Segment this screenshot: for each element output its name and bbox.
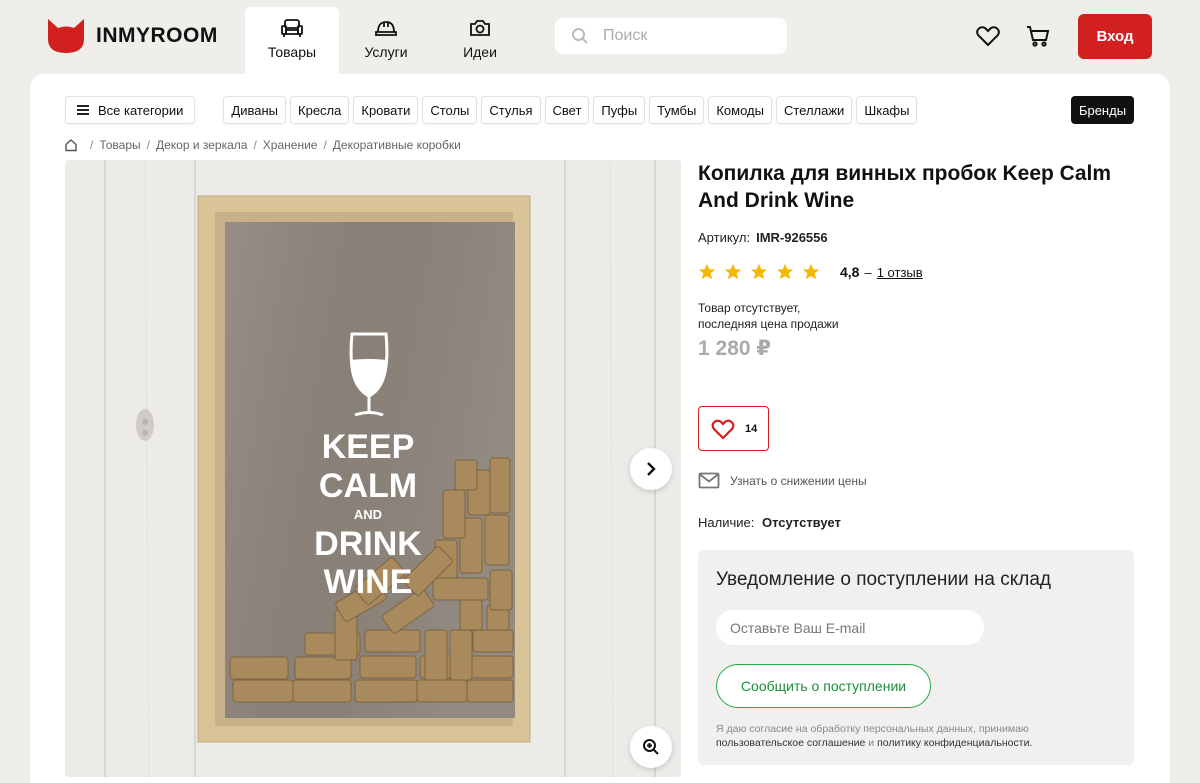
product-title: Копилка для винных пробок Keep Calm And … — [698, 162, 1112, 212]
notify-button[interactable]: Сообщить о поступлении — [716, 664, 931, 708]
menu-icon — [77, 103, 89, 117]
category-bar: Все категории Диваны Кресла Кровати Стол… — [65, 96, 921, 124]
star-icon — [776, 263, 794, 280]
availability-value: Отсутствует — [761, 515, 841, 530]
rating: 4,8 – 1 отзыв — [698, 263, 923, 281]
sku-label: Артикул: — [698, 230, 751, 245]
breadcrumb-separator: / — [253, 138, 257, 152]
camera-icon — [470, 20, 490, 36]
category-chip[interactable]: Стулья — [481, 96, 541, 124]
rating-separator: – — [864, 264, 872, 280]
stock-note-line: последняя цена продажи — [698, 317, 839, 331]
heart-icon — [711, 419, 735, 440]
image-text: WINE — [324, 563, 413, 601]
logo[interactable]: INMYROOM — [46, 17, 218, 55]
category-chip[interactable]: Свет — [544, 96, 590, 124]
availability: Наличие: Отсутствует — [698, 515, 841, 530]
image-text: CALM — [319, 467, 417, 505]
consent-line: Я даю согласие на обработку персональных… — [716, 723, 1029, 735]
availability-label: Наличие: — [698, 515, 755, 530]
search-box[interactable] — [555, 18, 787, 54]
breadcrumb-separator: / — [146, 138, 150, 152]
add-to-favorites-button[interactable]: 14 — [698, 406, 769, 451]
stock-notification-panel: Уведомление о поступлении на склад Сообщ… — [698, 550, 1134, 765]
main-nav: Товары Услуги Идеи — [245, 7, 527, 74]
heart-icon[interactable] — [975, 24, 1001, 48]
cart-icon[interactable] — [1025, 24, 1051, 48]
category-chip[interactable]: Кровати — [353, 96, 419, 124]
category-chip[interactable]: Кресла — [290, 96, 350, 124]
nav-item-ideas[interactable]: Идеи — [433, 7, 527, 74]
breadcrumb: / Товары / Декор и зеркала / Хранение / … — [64, 138, 461, 152]
stock-note: Товар отсутствует, последняя цена продаж… — [698, 300, 839, 332]
image-text: DRINK — [314, 525, 422, 563]
sofa-icon — [281, 19, 303, 37]
image-text: KEEP — [322, 428, 415, 466]
sku: Артикул: IMR-926556 — [698, 230, 828, 245]
favorites-count: 14 — [745, 422, 758, 435]
product-image: KEEP CALM AND DRINK WINE — [65, 160, 681, 777]
rating-value: 4,8 — [840, 264, 860, 280]
category-chip[interactable]: Стеллажи — [775, 96, 853, 124]
zoom-button[interactable] — [630, 726, 672, 768]
consent-and: и — [868, 737, 875, 749]
category-chip[interactable]: Столы — [422, 96, 478, 124]
nav-item-services[interactable]: Услуги — [339, 7, 433, 74]
cat-head-logo-icon — [48, 19, 84, 53]
consent-text: Я даю согласие на обработку персональных… — [716, 722, 1116, 750]
user-agreement-link[interactable]: пользовательское соглашение — [716, 737, 865, 749]
last-price: 1 280 ₽ — [698, 337, 771, 360]
price-drop-link[interactable]: Узнать о снижении цены — [698, 472, 867, 489]
logo-text: INMYROOM — [96, 24, 218, 47]
star-icon — [698, 263, 716, 280]
category-chip[interactable]: Пуфы — [593, 96, 646, 124]
all-categories-button[interactable]: Все категории — [65, 96, 196, 124]
category-chip[interactable]: Шкафы — [856, 96, 918, 124]
zoom-in-icon — [643, 739, 659, 755]
privacy-policy-link[interactable]: политику конфиденциальности. — [877, 737, 1032, 749]
star-icon — [802, 263, 820, 280]
all-categories-label: Все категории — [98, 102, 184, 118]
login-button[interactable]: Вход — [1078, 14, 1152, 59]
envelope-icon — [698, 472, 720, 489]
reviews-link[interactable]: 1 отзыв — [877, 265, 923, 280]
email-field[interactable] — [716, 610, 984, 645]
breadcrumb-link[interactable]: Хранение — [263, 138, 318, 152]
nav-item-goods[interactable]: Товары — [245, 7, 339, 74]
breadcrumb-link[interactable]: Декор и зеркала — [156, 138, 247, 152]
next-image-button[interactable] — [630, 448, 672, 490]
image-text: AND — [354, 507, 382, 522]
brands-button[interactable]: Бренды — [1071, 96, 1134, 124]
nav-label: Идеи — [463, 44, 497, 60]
category-chip[interactable]: Комоды — [708, 96, 772, 124]
home-icon[interactable] — [64, 138, 78, 152]
search-icon — [572, 28, 588, 44]
breadcrumb-link[interactable]: Товары — [99, 138, 140, 152]
sku-value: IMR-926556 — [756, 230, 828, 245]
breadcrumb-separator: / — [323, 138, 327, 152]
star-icon — [750, 263, 768, 280]
price-drop-label: Узнать о снижении цены — [730, 473, 867, 488]
helmet-icon — [375, 21, 397, 36]
product-photo[interactable]: KEEP CALM AND DRINK WINE — [65, 160, 681, 777]
category-chip[interactable]: Тумбы — [649, 96, 705, 124]
category-chip[interactable]: Диваны — [223, 96, 287, 124]
stock-note-line: Товар отсутствует, — [698, 301, 801, 315]
star-icon — [724, 263, 742, 280]
breadcrumb-link[interactable]: Декоративные коробки — [333, 138, 461, 152]
nav-label: Товары — [267, 44, 317, 60]
chevron-right-icon — [647, 462, 656, 476]
header: INMYROOM Товары Услуги Идеи Поиск Вход — [0, 0, 1200, 74]
search-input[interactable] — [603, 27, 773, 45]
nav-label: Услуги — [364, 44, 408, 60]
notify-title: Уведомление о поступлении на склад — [716, 569, 1052, 590]
breadcrumb-separator: / — [90, 138, 94, 152]
